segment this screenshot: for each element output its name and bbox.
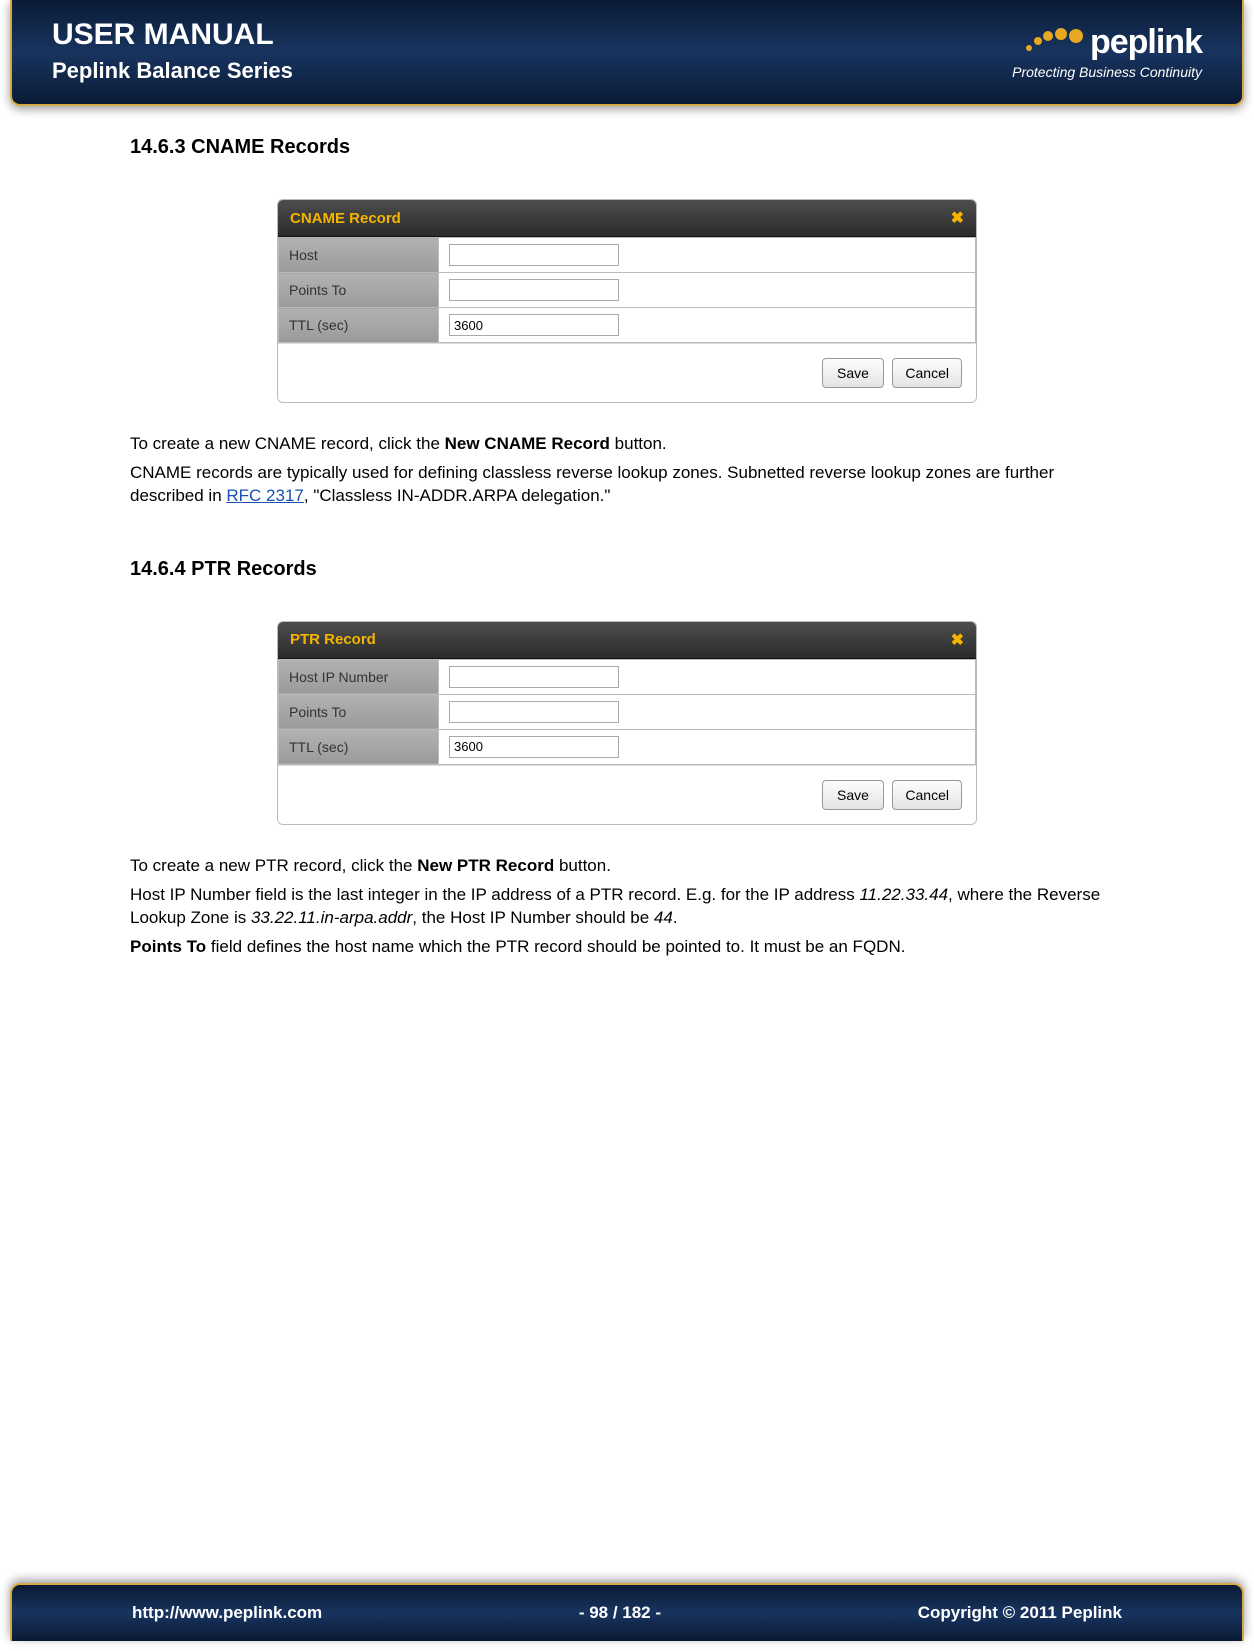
cname-points-label: Points To [279, 273, 439, 308]
save-button[interactable]: Save [822, 358, 884, 388]
cname-ttl-input[interactable] [449, 314, 619, 336]
cname-host-label: Host [279, 238, 439, 273]
doc-title: USER MANUAL [52, 18, 293, 52]
save-button[interactable]: Save [822, 780, 884, 810]
ptr-record-panel: PTR Record ✖ Host IP Number Points To [277, 621, 977, 825]
ptr-paragraph-1: To create a new PTR record, click the Ne… [130, 855, 1124, 878]
cname-ttl-label: TTL (sec) [279, 308, 439, 343]
ptr-panel-title: PTR Record [290, 631, 376, 648]
cname-paragraph-1: To create a new CNAME record, click the … [130, 433, 1124, 456]
cname-paragraph-2: CNAME records are typically used for def… [130, 462, 1124, 508]
rfc-2317-link[interactable]: RFC 2317 [226, 486, 303, 505]
footer-copyright: Copyright © 2011 Peplink [918, 1603, 1122, 1623]
logo-dots-icon [1026, 27, 1086, 57]
brand-name: peplink [1090, 23, 1202, 62]
ptr-ttl-cell [439, 729, 976, 764]
ptr-paragraph-3: Points To field defines the host name wh… [130, 936, 1124, 959]
ptr-panel-titlebar: PTR Record ✖ [278, 622, 976, 659]
cname-host-input[interactable] [449, 244, 619, 266]
ptr-points-label: Points To [279, 694, 439, 729]
ptr-hostip-cell [439, 659, 976, 694]
table-row: Points To [279, 694, 976, 729]
table-row: TTL (sec) [279, 729, 976, 764]
cname-panel-titlebar: CNAME Record ✖ [278, 200, 976, 237]
cname-points-cell [439, 273, 976, 308]
ptr-heading: 14.6.4 PTR Records [130, 558, 1124, 581]
ptr-ttl-input[interactable] [449, 736, 619, 758]
cname-record-panel: CNAME Record ✖ Host Points To TTL [277, 199, 977, 403]
brand-logo: peplink Protecting Business Continuity [1012, 23, 1202, 80]
close-icon[interactable]: ✖ [951, 208, 964, 228]
ptr-points-cell [439, 694, 976, 729]
cancel-button[interactable]: Cancel [892, 780, 962, 810]
close-icon[interactable]: ✖ [951, 630, 964, 650]
table-row: Host [279, 238, 976, 273]
cname-heading: 14.6.3 CNAME Records [130, 136, 1124, 159]
document-header: USER MANUAL Peplink Balance Series pepli… [10, 0, 1244, 106]
ptr-paragraph-2: Host IP Number field is the last integer… [130, 884, 1124, 930]
cancel-button[interactable]: Cancel [892, 358, 962, 388]
cname-panel-title: CNAME Record [290, 210, 401, 227]
table-row: Points To [279, 273, 976, 308]
ptr-hostip-label: Host IP Number [279, 659, 439, 694]
table-row: Host IP Number [279, 659, 976, 694]
footer-url: http://www.peplink.com [132, 1603, 322, 1623]
ptr-points-input[interactable] [449, 701, 619, 723]
table-row: TTL (sec) [279, 308, 976, 343]
doc-subtitle: Peplink Balance Series [52, 58, 293, 84]
ptr-hostip-input[interactable] [449, 666, 619, 688]
footer-page: - 98 / 182 - [579, 1603, 661, 1623]
ptr-ttl-label: TTL (sec) [279, 729, 439, 764]
cname-points-input[interactable] [449, 279, 619, 301]
cname-host-cell [439, 238, 976, 273]
cname-ttl-cell [439, 308, 976, 343]
document-footer: http://www.peplink.com - 98 / 182 - Copy… [10, 1583, 1244, 1641]
brand-tagline: Protecting Business Continuity [1012, 64, 1202, 80]
